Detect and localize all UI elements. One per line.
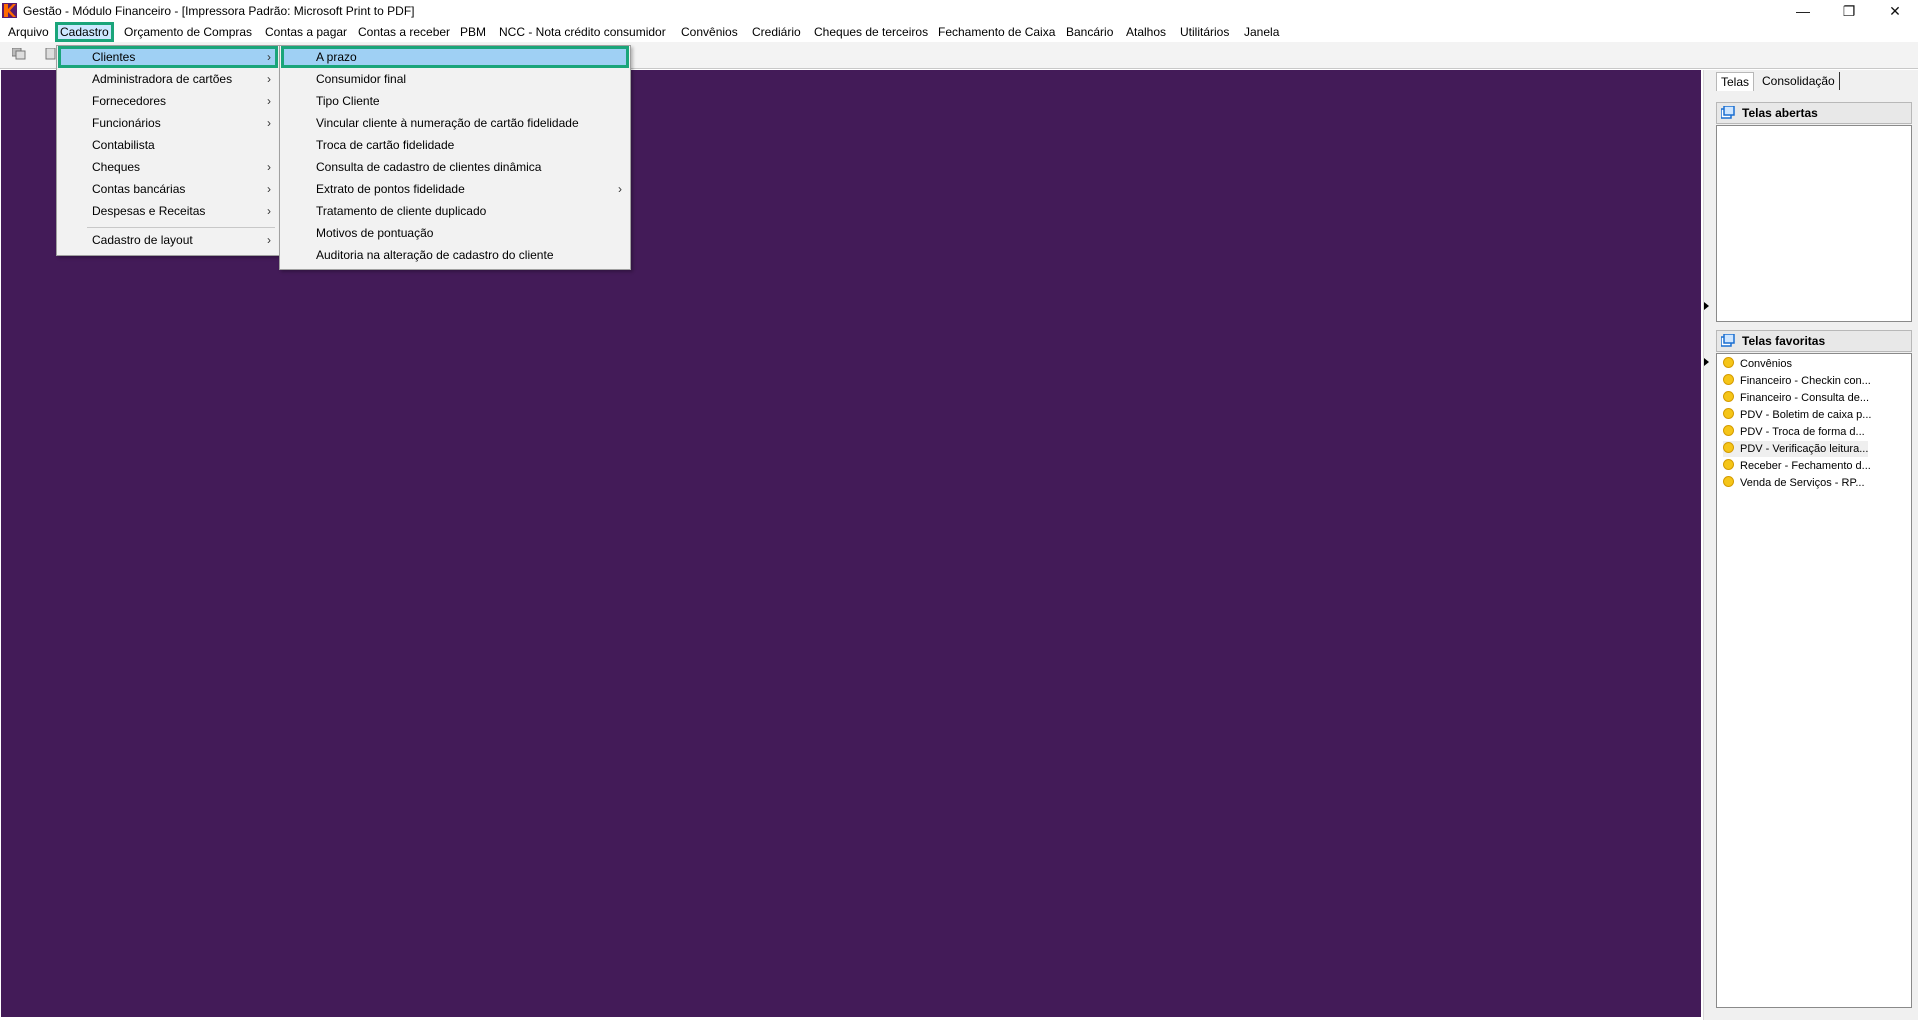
- favorite-dot-icon: [1723, 476, 1734, 487]
- menu-janela[interactable]: Janela: [1241, 24, 1282, 40]
- favorites-title: Telas favoritas: [1742, 334, 1826, 348]
- menu-item-auditoria-cadastro[interactable]: Auditoria na alteração de cadastro do cl…: [282, 245, 628, 265]
- list-item[interactable]: Financeiro - Consulta de...: [1723, 390, 1869, 406]
- favorite-dot-icon: [1723, 408, 1734, 419]
- windows-icon[interactable]: [12, 48, 26, 60]
- menu-bancario[interactable]: Bancário: [1063, 24, 1116, 40]
- menu-cadastro[interactable]: Cadastro: [55, 22, 114, 42]
- splitter-arrow-icon[interactable]: [1704, 358, 1709, 366]
- menu-bar: Arquivo Cadastro Orçamento de Compras Co…: [0, 22, 1918, 42]
- menu-separator: [87, 227, 275, 228]
- menu-contas-a-receber[interactable]: Contas a receber: [355, 24, 453, 40]
- list-item[interactable]: Venda de Serviços - RP...: [1723, 475, 1865, 491]
- menu-item-tipo-cliente[interactable]: Tipo Cliente: [282, 91, 628, 111]
- chevron-right-icon: ›: [618, 182, 622, 196]
- app-logo-icon: [2, 3, 17, 18]
- list-item[interactable]: Receber - Fechamento d...: [1723, 458, 1871, 474]
- menu-crediario[interactable]: Crediário: [749, 24, 804, 40]
- favorite-dot-icon: [1723, 357, 1734, 368]
- menu-pbm[interactable]: PBM: [457, 24, 489, 40]
- menu-item-funcionarios[interactable]: Funcionários ›: [59, 113, 277, 133]
- menu-item-a-prazo[interactable]: A prazo: [281, 46, 629, 68]
- splitter-arrow-icon[interactable]: [1704, 302, 1709, 310]
- chevron-right-icon: ›: [267, 182, 271, 196]
- menu-ncc[interactable]: NCC - Nota crédito consumidor: [496, 24, 669, 40]
- chevron-right-icon: ›: [267, 50, 271, 64]
- menu-arquivo[interactable]: Arquivo: [5, 24, 52, 40]
- minimize-button[interactable]: —: [1780, 0, 1826, 22]
- menu-contas-a-pagar[interactable]: Contas a pagar: [262, 24, 350, 40]
- menu-item-consulta-cadastro-dinamica[interactable]: Consulta de cadastro de clientes dinâmic…: [282, 157, 628, 177]
- favorite-dot-icon: [1723, 391, 1734, 402]
- tab-consolidacao[interactable]: Consolidação: [1758, 72, 1840, 90]
- close-button[interactable]: ✕: [1872, 0, 1918, 22]
- menu-item-vincular-cliente-cartao[interactable]: Vincular cliente à numeração de cartão f…: [282, 113, 628, 133]
- chevron-right-icon: ›: [267, 116, 271, 130]
- list-item[interactable]: Financeiro - Checkin con...: [1723, 373, 1871, 389]
- list-item[interactable]: PDV - Verificação leitura...: [1723, 441, 1869, 457]
- menu-item-consumidor-final[interactable]: Consumidor final: [282, 69, 628, 89]
- chevron-right-icon: ›: [267, 160, 271, 174]
- cadastro-menu: Clientes › Administradora de cartões › For…: [56, 45, 280, 256]
- chevron-right-icon: ›: [267, 94, 271, 108]
- favorites-header: Telas favoritas: [1716, 330, 1912, 352]
- menu-item-motivos-de-pontuacao[interactable]: Motivos de pontuação: [282, 223, 628, 243]
- open-screens-header: Telas abertas: [1716, 102, 1912, 124]
- restore-button[interactable]: ❐: [1826, 0, 1872, 22]
- menu-fechamento-de-caixa[interactable]: Fechamento de Caixa: [935, 24, 1058, 40]
- menu-utilitarios[interactable]: Utilitários: [1177, 24, 1232, 40]
- tab-telas[interactable]: Telas: [1716, 72, 1755, 91]
- menu-item-clientes[interactable]: Clientes ›: [58, 46, 278, 68]
- menu-item-extrato-de-pontos[interactable]: Extrato de pontos fidelidade ›: [282, 179, 628, 199]
- favorite-dot-icon: [1723, 374, 1734, 385]
- menu-item-despesas-e-receitas[interactable]: Despesas e Receitas ›: [59, 201, 277, 221]
- favorite-dot-icon: [1723, 459, 1734, 470]
- menu-item-cadastro-de-layout[interactable]: Cadastro de layout ›: [59, 230, 277, 250]
- menu-convenios[interactable]: Convênios: [678, 24, 741, 40]
- chevron-right-icon: ›: [267, 204, 271, 218]
- list-item[interactable]: PDV - Troca de forma d...: [1723, 424, 1865, 440]
- menu-item-contas-bancarias[interactable]: Contas bancárias ›: [59, 179, 277, 199]
- menu-atalhos[interactable]: Atalhos: [1123, 24, 1169, 40]
- menu-item-cheques[interactable]: Cheques ›: [59, 157, 277, 177]
- favorites-list: Convênios Financeiro - Checkin con... Fi…: [1716, 353, 1912, 1008]
- chevron-right-icon: ›: [267, 72, 271, 86]
- menu-cheques-de-terceiros[interactable]: Cheques de terceiros: [811, 24, 931, 40]
- clientes-submenu: A prazo Consumidor final Tipo Cliente Vi…: [279, 45, 631, 270]
- panel-splitter[interactable]: [1703, 70, 1710, 1020]
- chevron-right-icon: ›: [267, 233, 271, 247]
- windows-icon: [1721, 106, 1735, 119]
- open-screens-title: Telas abertas: [1742, 106, 1818, 120]
- menu-item-administradora-de-cartoes[interactable]: Administradora de cartões ›: [59, 69, 277, 89]
- title-bar: Gestão - Módulo Financeiro - [Impressora…: [0, 0, 1918, 22]
- menu-item-contabilista[interactable]: Contabilista: [59, 135, 277, 155]
- favorite-dot-icon: [1723, 425, 1734, 436]
- open-screens-list: [1716, 125, 1912, 322]
- menu-item-troca-de-cartao[interactable]: Troca de cartão fidelidade: [282, 135, 628, 155]
- favorite-dot-icon: [1723, 442, 1734, 453]
- menu-orcamento-de-compras[interactable]: Orçamento de Compras: [121, 24, 255, 40]
- menu-item-fornecedores[interactable]: Fornecedores ›: [59, 91, 277, 111]
- menu-item-cliente-duplicado[interactable]: Tratamento de cliente duplicado: [282, 201, 628, 221]
- window-title: Gestão - Módulo Financeiro - [Impressora…: [23, 4, 415, 18]
- windows-icon: [1721, 334, 1735, 347]
- list-item[interactable]: PDV - Boletim de caixa p...: [1723, 407, 1871, 423]
- list-item[interactable]: Convênios: [1723, 356, 1792, 372]
